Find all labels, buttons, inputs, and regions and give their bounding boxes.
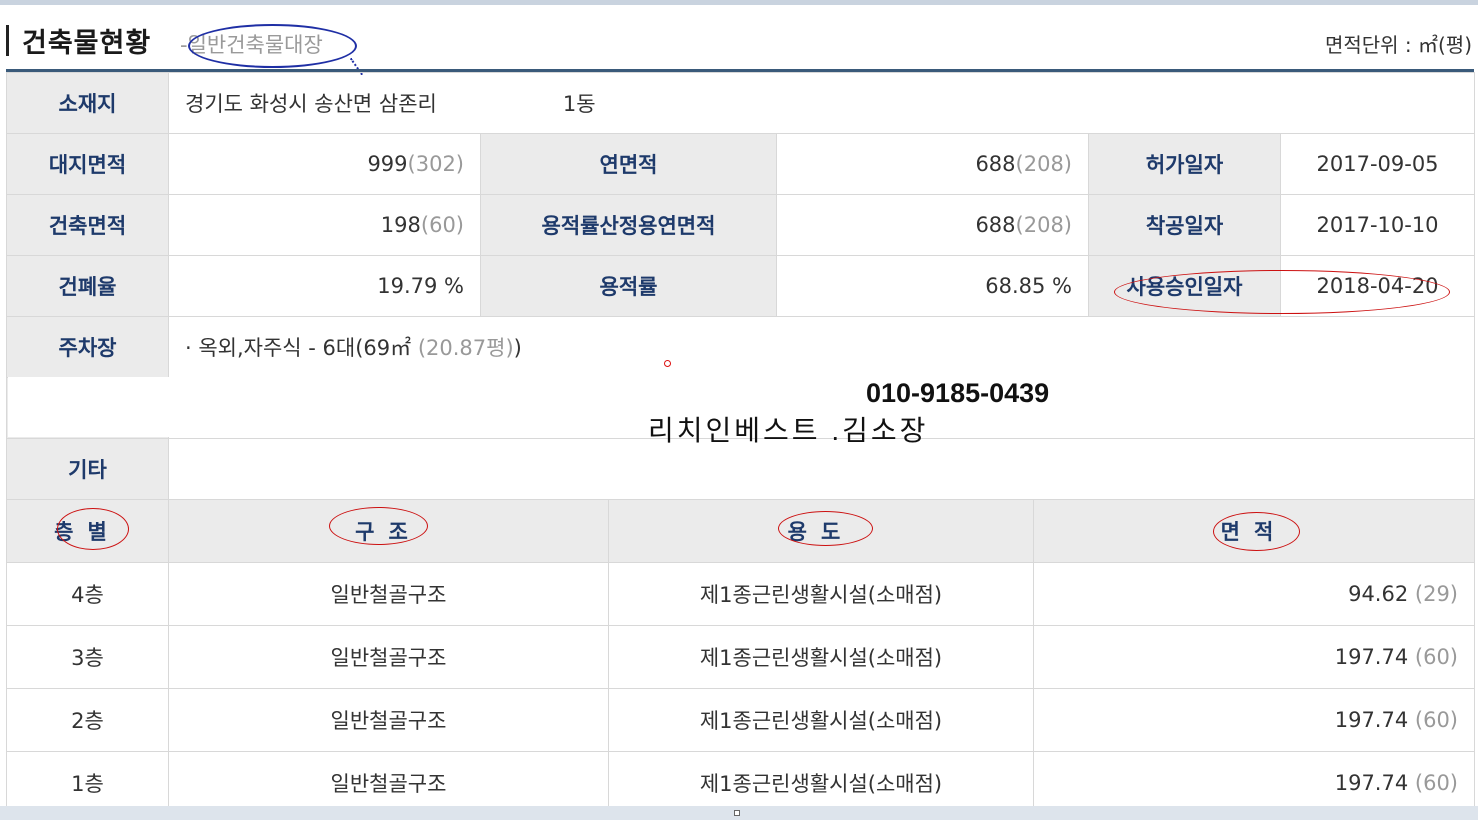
area-row-1: 대지면적 999(302) 연면적 688(208) 허가일자 2017-09-… bbox=[6, 133, 1476, 195]
floor-cell: 3층 bbox=[6, 625, 169, 689]
parking-value: · 옥외,자주식 - 6대(69㎡ (20.87평)) bbox=[167, 316, 1476, 378]
floor-area-ratio-value: 68.85 % bbox=[776, 255, 1089, 317]
floor-cell: 4층 bbox=[6, 562, 169, 626]
coverage-ratio-label: 건폐율 bbox=[6, 255, 169, 317]
floor-area-ratio-label: 용적률 bbox=[480, 255, 777, 317]
far-floor-area-value: 688(208) bbox=[776, 194, 1089, 256]
permit-date-label: 허가일자 bbox=[1088, 133, 1281, 195]
structure-header: 구조 bbox=[168, 499, 609, 563]
far-floor-area-label: 용적률산정용연면적 bbox=[480, 194, 777, 256]
page-title: 건축물현황 bbox=[22, 28, 152, 59]
title-accent-bar bbox=[6, 25, 9, 56]
start-date-label: 착공일자 bbox=[1088, 194, 1281, 256]
company-name: 리치인베스트 .김소장 bbox=[648, 415, 929, 446]
use-header: 용도 bbox=[608, 499, 1034, 563]
area-cell: 94.62 (29) bbox=[1033, 562, 1475, 626]
floor-header: 층별 bbox=[6, 499, 169, 563]
area-header: 면적 bbox=[1033, 499, 1475, 563]
use-cell: 제1종근린생활시설(소매점) bbox=[608, 625, 1034, 689]
parking-label: 주차장 bbox=[6, 316, 169, 378]
area-cell: 197.74 (60) bbox=[1033, 625, 1475, 689]
location-label: 소재지 bbox=[6, 72, 169, 134]
floor-cell: 2층 bbox=[6, 688, 169, 752]
approval-date-value: 2018-04-20 bbox=[1279, 255, 1476, 317]
table-row: 2층 일반철골구조 제1종근린생활시설(소매점) 197.74 (60) bbox=[6, 688, 1475, 752]
parking-row: 주차장 · 옥외,자주식 - 6대(69㎡ (20.87평)) bbox=[6, 316, 1476, 378]
ratio-row: 건폐율 19.79 % 용적률 68.85 % 사용승인일자 2018-04-2… bbox=[6, 255, 1476, 317]
total-floor-area-value: 688(208) bbox=[776, 133, 1089, 195]
use-cell: 제1종근린생활시설(소매점) bbox=[608, 562, 1034, 626]
land-area-value: 999(302) bbox=[168, 133, 481, 195]
red-dot-mark bbox=[664, 360, 671, 367]
use-cell: 제1종근린생활시설(소매점) bbox=[608, 688, 1034, 752]
area-unit-label: 면적단위 : ㎡(평) bbox=[1324, 33, 1472, 57]
structure-cell: 일반철골구조 bbox=[168, 562, 609, 626]
floor-table-header: 층별 구조 용도 면적 bbox=[6, 499, 1475, 563]
building-number: 1동 bbox=[562, 92, 596, 116]
table-row: 4층 일반철골구조 제1종근린생활시설(소매점) 94.62 (29) bbox=[6, 562, 1475, 626]
start-date-value: 2017-10-10 bbox=[1279, 194, 1476, 256]
approval-date-label: 사용승인일자 bbox=[1088, 255, 1281, 317]
etc-label: 기타 bbox=[6, 438, 169, 500]
subtitle-annotation-bubble bbox=[188, 24, 357, 68]
contact-phone: 010-9185-0439 bbox=[866, 378, 1050, 408]
area-cell: 197.74 (60) bbox=[1033, 688, 1475, 752]
resize-handle[interactable] bbox=[734, 810, 740, 816]
building-area-label: 건축면적 bbox=[6, 194, 169, 256]
floor-table: 층별 구조 용도 면적 4층 일반철골구조 제1종근린생활시설(소매점) 94.… bbox=[6, 499, 1475, 815]
structure-cell: 일반철골구조 bbox=[168, 688, 609, 752]
area-row-2: 건축면적 198(60) 용적률산정용연면적 688(208) 착공일자 201… bbox=[6, 194, 1476, 256]
coverage-ratio-value: 19.79 % bbox=[168, 255, 481, 317]
table-row: 3층 일반철골구조 제1종근린생활시설(소매점) 197.74 (60) bbox=[6, 625, 1475, 689]
permit-date-value: 2017-09-05 bbox=[1279, 133, 1476, 195]
structure-cell: 일반철골구조 bbox=[168, 625, 609, 689]
building-area-value: 198(60) bbox=[168, 194, 481, 256]
land-area-label: 대지면적 bbox=[6, 133, 169, 195]
location-row: 소재지 경기도 화성시 송산면 삼존리 1동 bbox=[6, 72, 1476, 134]
total-floor-area-label: 연면적 bbox=[480, 133, 777, 195]
location-value: 경기도 화성시 송산면 삼존리 1동 bbox=[167, 72, 1476, 134]
